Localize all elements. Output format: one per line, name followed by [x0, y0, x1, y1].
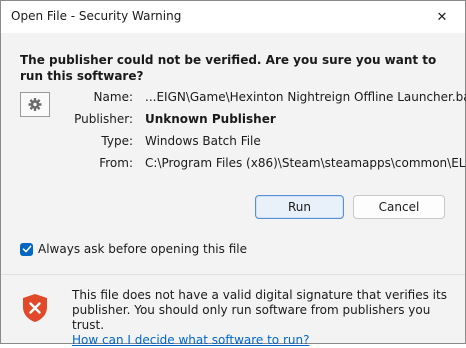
from-label: From: — [99, 156, 133, 170]
type-value: Windows Batch File — [145, 134, 261, 148]
always-ask-label: Always ask before opening this file — [38, 242, 247, 256]
footer-line-2: publisher. You should only run software … — [72, 303, 431, 332]
title-bar: Open File - Security Warning ✕ — [1, 1, 465, 33]
always-ask-checkbox[interactable] — [20, 242, 33, 256]
security-warning-dialog: Open File - Security Warning ✕ The publi… — [0, 0, 466, 347]
security-shield-icon — [23, 294, 47, 322]
checkmark-icon — [22, 245, 31, 253]
help-link[interactable]: How can I decide what software to run? — [72, 333, 452, 348]
window-title: Open File - Security Warning — [11, 9, 182, 23]
dialog-content: The publisher could not be verified. Are… — [1, 33, 466, 274]
from-value: C:\Program Files (x86)\Steam\steamapps\c… — [145, 156, 466, 170]
publisher-label: Publisher: — [74, 112, 133, 126]
close-button[interactable]: ✕ — [419, 1, 465, 33]
name-label: Name: — [93, 90, 133, 104]
name-value: ...EIGN\Game\Hexinton Nightreign Offline… — [145, 90, 466, 104]
type-label: Type: — [101, 134, 133, 148]
warning-footer: This file does not have a valid digital … — [1, 274, 465, 347]
footer-message: This file does not have a valid digital … — [72, 288, 452, 348]
warning-heading: The publisher could not be verified. Are… — [20, 53, 437, 83]
always-ask-option[interactable]: Always ask before opening this file — [20, 241, 247, 257]
publisher-value: Unknown Publisher — [145, 112, 276, 126]
close-icon: ✕ — [436, 9, 448, 25]
cancel-button[interactable]: Cancel — [353, 195, 445, 219]
footer-line-1: This file does not have a valid digital … — [72, 288, 447, 302]
run-button[interactable]: Run — [255, 195, 344, 219]
